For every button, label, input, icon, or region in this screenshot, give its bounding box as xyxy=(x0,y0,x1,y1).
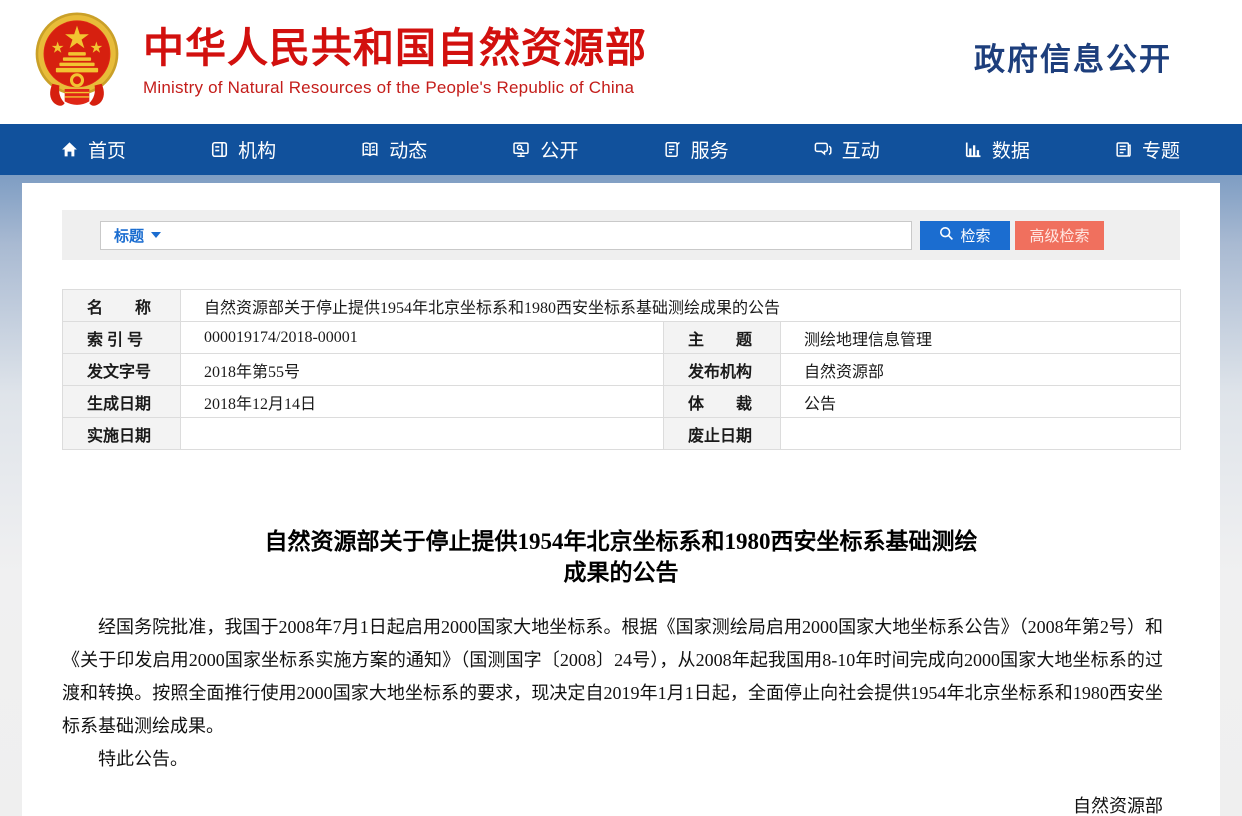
organization-icon xyxy=(210,140,229,159)
brand-text: 中华人民共和国自然资源部 Ministry of Natural Resourc… xyxy=(143,26,647,98)
nav-item-news[interactable]: 动态 xyxy=(360,136,427,163)
nav-item-label: 专题 xyxy=(1142,136,1180,163)
nav-item-label: 互动 xyxy=(842,136,880,163)
site-title: 中华人民共和国自然资源部 xyxy=(143,26,647,71)
nav-item-disclosure[interactable]: 公开 xyxy=(511,136,578,163)
home-icon xyxy=(60,140,79,159)
nav-item-label: 服务 xyxy=(691,136,729,163)
site-brand: 中华人民共和国自然资源部 Ministry of Natural Resourc… xyxy=(33,8,647,112)
site-subtitle: Ministry of Natural Resources of the Peo… xyxy=(143,78,647,98)
advanced-search-button[interactable]: 高级检索 xyxy=(1015,221,1104,250)
document-body: 经国务院批准，我国于2008年7月1日起启用2000国家大地坐标系。根据《国家测… xyxy=(62,611,1163,816)
search-button-label: 检索 xyxy=(960,225,990,246)
disclosure-screen-icon xyxy=(511,140,531,159)
meta-value: 测绘地理信息管理 xyxy=(781,322,1181,354)
meta-label: 发布机构 xyxy=(664,354,781,386)
main-nav: 首页 机构 动态 公开 服务 互动 数据 专题 xyxy=(0,124,1242,175)
table-row: 发文字号 2018年第55号 发布机构 自然资源部 xyxy=(63,354,1181,386)
page-section-title: 政府信息公开 xyxy=(974,34,1172,79)
search-box: 标题 xyxy=(100,221,912,250)
topics-newspaper-icon xyxy=(1114,140,1133,159)
meta-label: 生成日期 xyxy=(63,386,181,418)
search-icon xyxy=(939,226,954,245)
advanced-search-label: 高级检索 xyxy=(1029,225,1089,246)
meta-value: 自然资源部关于停止提供1954年北京坐标系和1980西安坐标系基础测绘成果的公告 xyxy=(181,290,1181,322)
nav-item-org[interactable]: 机构 xyxy=(210,136,276,163)
document-title-line1: 自然资源部关于停止提供1954年北京坐标系和1980西安坐标系基础测绘 xyxy=(82,526,1160,557)
search-field-selector[interactable]: 标题 xyxy=(101,225,175,246)
table-row: 名 称 自然资源部关于停止提供1954年北京坐标系和1980西安坐标系基础测绘成… xyxy=(63,290,1181,322)
chevron-down-icon xyxy=(151,232,161,238)
document-meta-table: 名 称 自然资源部关于停止提供1954年北京坐标系和1980西安坐标系基础测绘成… xyxy=(62,289,1181,450)
interaction-bubbles-icon xyxy=(813,140,833,159)
meta-label: 体 裁 xyxy=(664,386,781,418)
nav-item-label: 数据 xyxy=(992,136,1030,163)
china-national-emblem-icon xyxy=(33,8,121,112)
meta-value: 2018年第55号 xyxy=(181,354,664,386)
content-container: 标题 检索 高级检索 名 称 自然资源部关于停止提供1954年北京坐标系和198… xyxy=(22,183,1220,816)
meta-value: 000019174/2018-00001 xyxy=(181,322,664,354)
service-document-icon xyxy=(663,140,682,159)
meta-label: 名 称 xyxy=(63,290,181,322)
nav-item-label: 机构 xyxy=(238,136,276,163)
search-input[interactable] xyxy=(175,222,911,249)
news-book-icon xyxy=(360,140,380,159)
nav-item-label: 首页 xyxy=(88,136,126,163)
search-panel: 标题 检索 高级检索 xyxy=(62,210,1180,260)
nav-item-interaction[interactable]: 互动 xyxy=(813,136,880,163)
body-paragraph: 经国务院批准，我国于2008年7月1日起启用2000国家大地坐标系。根据《国家测… xyxy=(62,611,1163,743)
meta-label: 发文字号 xyxy=(63,354,181,386)
nav-item-label: 公开 xyxy=(540,136,578,163)
table-row: 索 引 号 000019174/2018-00001 主 题 测绘地理信息管理 xyxy=(63,322,1181,354)
meta-value: 公告 xyxy=(781,386,1181,418)
signature-agency: 自然资源部 xyxy=(62,790,1163,816)
search-field-label: 标题 xyxy=(114,225,144,246)
nav-item-data[interactable]: 数据 xyxy=(964,136,1030,163)
nav-item-service[interactable]: 服务 xyxy=(663,136,729,163)
table-row: 生成日期 2018年12月14日 体 裁 公告 xyxy=(63,386,1181,418)
document-title: 自然资源部关于停止提供1954年北京坐标系和1980西安坐标系基础测绘 成果的公… xyxy=(82,526,1160,588)
document-title-line2: 成果的公告 xyxy=(82,557,1160,588)
meta-value xyxy=(781,418,1181,450)
table-row: 实施日期 废止日期 xyxy=(63,418,1181,450)
meta-label: 废止日期 xyxy=(664,418,781,450)
nav-item-home[interactable]: 首页 xyxy=(60,136,126,163)
data-chart-icon xyxy=(964,140,983,159)
body-paragraph: 特此公告。 xyxy=(62,743,1163,776)
nav-item-topics[interactable]: 专题 xyxy=(1114,136,1180,163)
meta-label: 索 引 号 xyxy=(63,322,181,354)
page-background: 标题 检索 高级检索 名 称 自然资源部关于停止提供1954年北京坐标系和198… xyxy=(0,175,1242,816)
meta-value: 2018年12月14日 xyxy=(181,386,664,418)
nav-item-label: 动态 xyxy=(389,136,427,163)
site-header: 中华人民共和国自然资源部 Ministry of Natural Resourc… xyxy=(0,0,1242,124)
meta-label: 主 题 xyxy=(664,322,781,354)
meta-label: 实施日期 xyxy=(63,418,181,450)
search-button[interactable]: 检索 xyxy=(920,221,1010,250)
meta-value: 自然资源部 xyxy=(781,354,1181,386)
meta-value xyxy=(181,418,664,450)
